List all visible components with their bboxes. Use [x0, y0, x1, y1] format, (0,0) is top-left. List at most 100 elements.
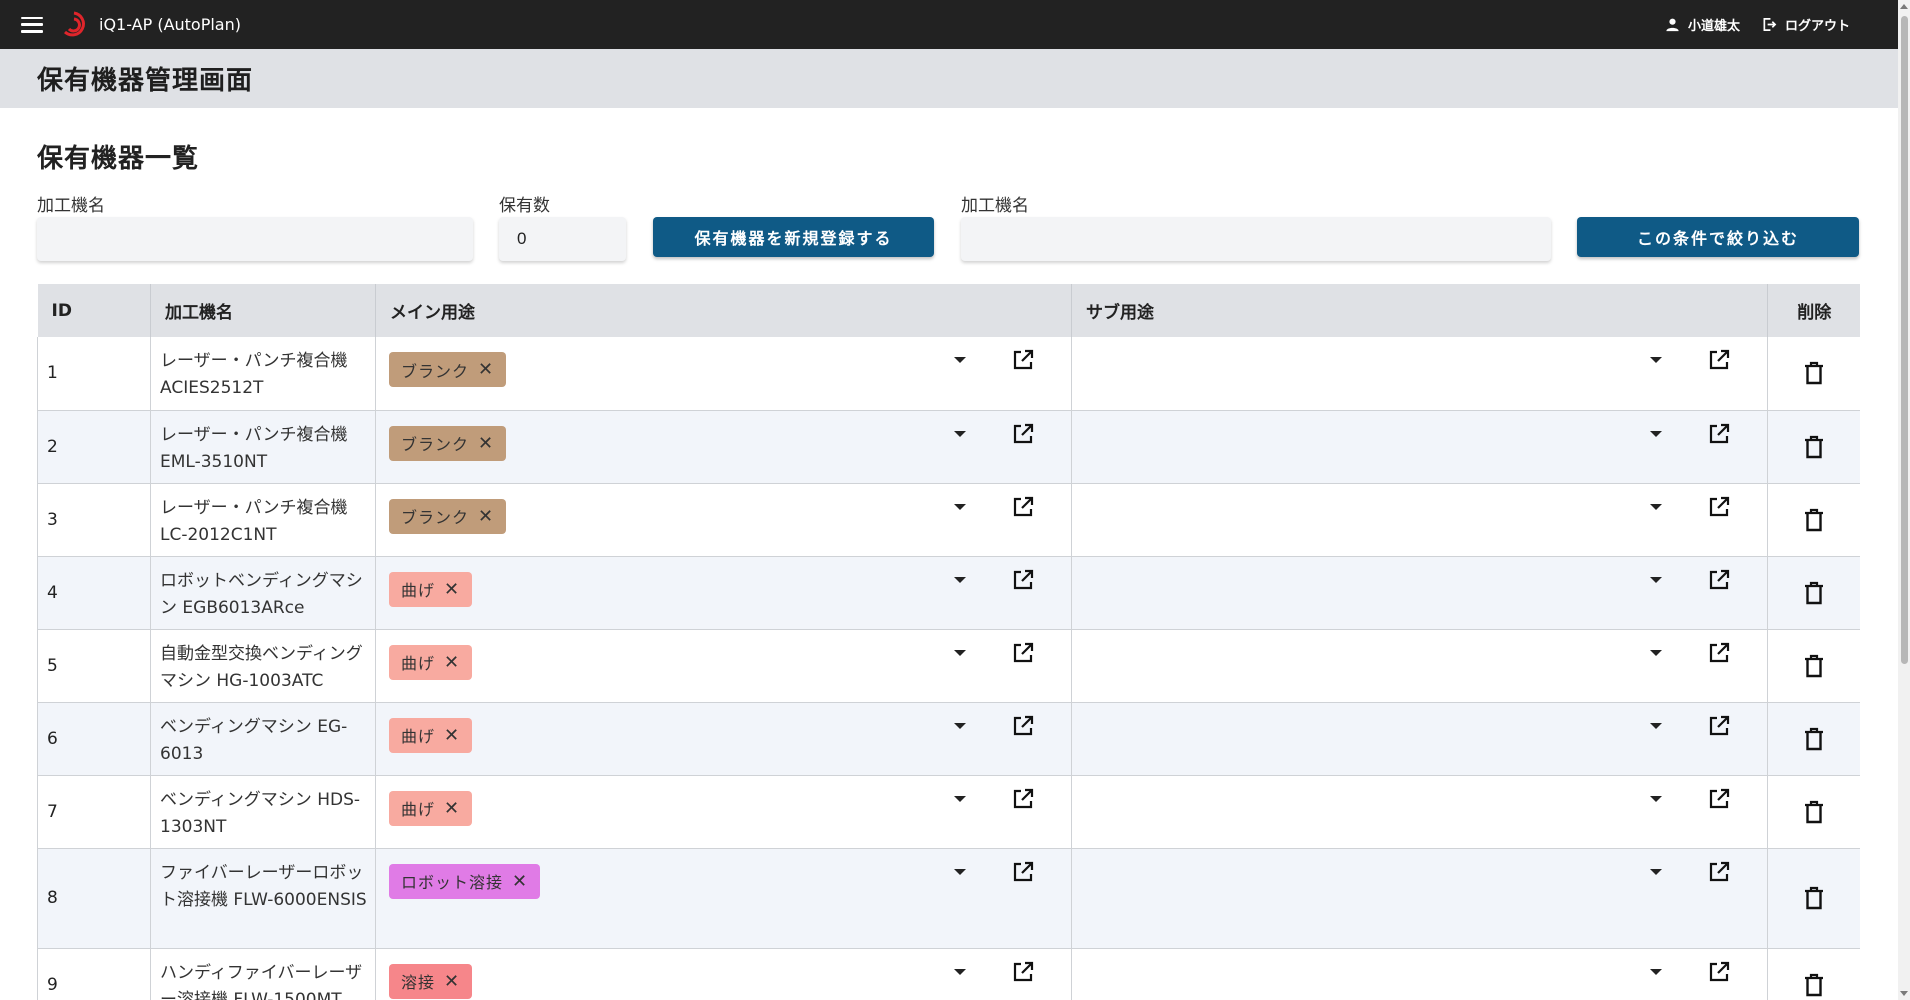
- register-machine-button[interactable]: 保有機器を新規登録する: [653, 217, 934, 257]
- open-in-new-icon[interactable]: [1011, 348, 1035, 372]
- close-icon[interactable]: ✕: [512, 871, 528, 892]
- row-sub-use[interactable]: [1071, 775, 1768, 849]
- chevron-down-icon[interactable]: [1650, 430, 1662, 437]
- row-main-use[interactable]: ブランク ✕: [375, 337, 1072, 411]
- row-id: 5: [37, 629, 151, 703]
- row-sub-use[interactable]: [1071, 337, 1768, 411]
- chevron-down-icon[interactable]: [1650, 795, 1662, 802]
- chevron-down-icon[interactable]: [1650, 868, 1662, 875]
- trash-icon[interactable]: [1803, 507, 1825, 533]
- row-machine-name: ロボットベンディングマシン EGB6013ARce: [150, 556, 376, 630]
- trash-icon[interactable]: [1803, 360, 1825, 386]
- filter-button[interactable]: この条件で絞り込む: [1577, 217, 1859, 257]
- scroll-thumb[interactable]: [1901, 16, 1908, 664]
- row-delete: [1767, 702, 1860, 776]
- chevron-down-icon[interactable]: [954, 795, 966, 802]
- scroll-down-arrow-icon[interactable]: [1900, 991, 1908, 996]
- chevron-down-icon[interactable]: [954, 576, 966, 583]
- open-in-new-icon[interactable]: [1011, 960, 1035, 984]
- close-icon[interactable]: ✕: [444, 652, 460, 673]
- row-main-use[interactable]: 曲げ ✕: [375, 775, 1072, 849]
- chevron-down-icon[interactable]: [1650, 357, 1662, 363]
- main-use-chip-label: 曲げ: [401, 654, 436, 673]
- row-machine-name: ハンディファイバーレーザー溶接機 FLW-1500MT: [150, 948, 376, 1000]
- chevron-down-icon[interactable]: [1650, 576, 1662, 583]
- row-sub-use[interactable]: [1071, 948, 1768, 1000]
- chevron-down-icon[interactable]: [954, 357, 966, 363]
- chevron-down-icon[interactable]: [954, 968, 966, 975]
- open-in-new-icon[interactable]: [1011, 860, 1035, 884]
- chevron-down-icon[interactable]: [954, 722, 966, 729]
- open-in-new-icon[interactable]: [1707, 568, 1731, 592]
- chevron-down-icon[interactable]: [1650, 722, 1662, 729]
- open-in-new-icon[interactable]: [1707, 422, 1731, 446]
- row-sub-use[interactable]: [1071, 483, 1768, 557]
- chevron-down-icon[interactable]: [954, 430, 966, 437]
- row-main-use[interactable]: 曲げ ✕: [375, 702, 1072, 776]
- logout-button[interactable]: ログアウト: [1762, 15, 1850, 34]
- open-in-new-icon[interactable]: [1707, 860, 1731, 884]
- close-icon[interactable]: ✕: [444, 725, 460, 746]
- chevron-down-icon[interactable]: [954, 868, 966, 875]
- row-main-use[interactable]: 溶接 ✕: [375, 948, 1072, 1000]
- filter-machine-name-label: 加工機名: [961, 196, 1029, 216]
- open-in-new-icon[interactable]: [1011, 787, 1035, 811]
- row-sub-use[interactable]: [1071, 410, 1768, 484]
- open-in-new-icon[interactable]: [1707, 787, 1731, 811]
- chevron-down-icon[interactable]: [954, 649, 966, 656]
- hamburger-menu-icon[interactable]: [21, 16, 43, 33]
- trash-icon[interactable]: [1803, 972, 1825, 998]
- row-delete: [1767, 410, 1860, 484]
- logout-icon: [1763, 18, 1777, 31]
- row-main-use[interactable]: ブランク ✕: [375, 483, 1072, 557]
- open-in-new-icon[interactable]: [1011, 422, 1035, 446]
- scroll-up-arrow-icon[interactable]: [1900, 4, 1908, 9]
- close-icon[interactable]: ✕: [444, 971, 460, 992]
- close-icon[interactable]: ✕: [478, 359, 494, 380]
- table-row: 4 ロボットベンディングマシン EGB6013ARce 曲げ ✕: [37, 556, 1860, 630]
- row-sub-use[interactable]: [1071, 702, 1768, 776]
- open-in-new-icon[interactable]: [1707, 960, 1731, 984]
- trash-icon[interactable]: [1803, 885, 1825, 911]
- row-main-use[interactable]: ロボット溶接 ✕: [375, 848, 1072, 949]
- open-in-new-icon[interactable]: [1011, 714, 1035, 738]
- close-icon[interactable]: ✕: [478, 433, 494, 454]
- table-row: 8 ファイバーレーザーロボット溶接機 FLW-6000ENSIS ロボット溶接 ✕: [37, 848, 1860, 949]
- logout-label: ログアウト: [1784, 19, 1850, 34]
- close-icon[interactable]: ✕: [444, 798, 460, 819]
- open-in-new-icon[interactable]: [1707, 495, 1731, 519]
- row-sub-use[interactable]: [1071, 629, 1768, 703]
- open-in-new-icon[interactable]: [1011, 495, 1035, 519]
- trash-icon[interactable]: [1803, 653, 1825, 679]
- close-icon[interactable]: ✕: [478, 506, 494, 527]
- app-logo-icon: [63, 11, 85, 36]
- close-icon[interactable]: ✕: [444, 579, 460, 600]
- open-in-new-icon[interactable]: [1707, 714, 1731, 738]
- filter-machine-name-input[interactable]: [961, 217, 1551, 261]
- open-in-new-icon[interactable]: [1707, 348, 1731, 372]
- machine-name-input[interactable]: [37, 217, 473, 261]
- page-scrollbar[interactable]: [1898, 0, 1910, 1000]
- chevron-down-icon[interactable]: [1650, 968, 1662, 975]
- chevron-down-icon[interactable]: [954, 503, 966, 510]
- row-id: 4: [37, 556, 151, 630]
- header-sub-use: サブ用途: [1071, 284, 1768, 337]
- row-sub-use[interactable]: [1071, 848, 1768, 949]
- row-delete: [1767, 775, 1860, 849]
- trash-icon[interactable]: [1803, 799, 1825, 825]
- row-main-use[interactable]: ブランク ✕: [375, 410, 1072, 484]
- row-main-use[interactable]: 曲げ ✕: [375, 556, 1072, 630]
- user-menu[interactable]: 小道雄太: [1665, 15, 1740, 34]
- open-in-new-icon[interactable]: [1011, 641, 1035, 665]
- trash-icon[interactable]: [1803, 580, 1825, 606]
- open-in-new-icon[interactable]: [1011, 568, 1035, 592]
- chevron-down-icon[interactable]: [1650, 649, 1662, 656]
- quantity-input[interactable]: [499, 217, 626, 261]
- main-use-chip: ブランク ✕: [389, 352, 507, 387]
- chevron-down-icon[interactable]: [1650, 503, 1662, 510]
- trash-icon[interactable]: [1803, 434, 1825, 460]
- row-sub-use[interactable]: [1071, 556, 1768, 630]
- open-in-new-icon[interactable]: [1707, 641, 1731, 665]
- row-main-use[interactable]: 曲げ ✕: [375, 629, 1072, 703]
- trash-icon[interactable]: [1803, 726, 1825, 752]
